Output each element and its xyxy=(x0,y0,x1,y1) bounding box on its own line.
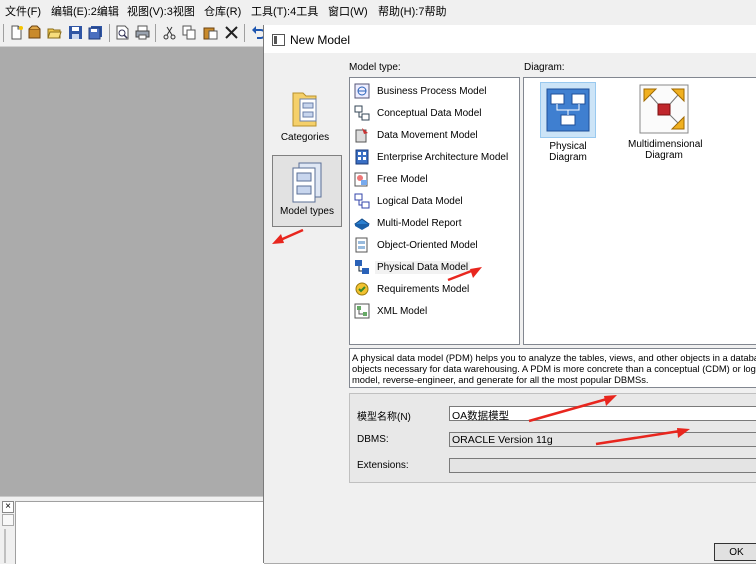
new-model-dialog: New Model Categories Model types Model t… xyxy=(263,25,756,563)
pane-grip xyxy=(4,529,6,563)
diagram-list[interactable]: Physical Diagram Multidimensional Diagra… xyxy=(523,77,756,345)
print-preview-icon[interactable] xyxy=(115,25,130,40)
list-item-object-oriented-model[interactable]: Object-Oriented Model xyxy=(354,235,480,255)
workspace-area xyxy=(0,47,263,496)
requirements-model-icon xyxy=(355,282,369,296)
menu-edit[interactable]: 编辑(E):2编辑 xyxy=(51,3,119,19)
list-item-business-process-model[interactable]: Business Process Model xyxy=(354,81,489,101)
extensions-input[interactable] xyxy=(449,458,756,473)
categories-folder-icon xyxy=(292,92,317,127)
print-icon[interactable] xyxy=(135,25,150,40)
toolbar-grip xyxy=(3,24,4,42)
list-item-conceptual-data-model[interactable]: Conceptual Data Model xyxy=(354,103,484,123)
copy-icon[interactable] xyxy=(182,25,197,40)
delete-icon[interactable] xyxy=(224,25,239,40)
list-item-logical-data-model[interactable]: Logical Data Model xyxy=(354,191,465,211)
model-types-label: Model types xyxy=(280,206,334,217)
description-line: A physical data model (PDM) helps you to… xyxy=(352,352,756,363)
model-types-icon xyxy=(292,162,322,203)
list-item-data-movement-model[interactable]: Data Movement Model xyxy=(354,125,480,145)
toolbar-separator xyxy=(155,24,156,42)
menu-window[interactable]: 窗口(W) xyxy=(328,3,368,19)
physical-diagram-label: Physical Diagram xyxy=(549,141,587,163)
save-all-icon[interactable] xyxy=(88,25,103,40)
annotation-arrow xyxy=(272,228,304,244)
list-item-multi-model-report[interactable]: Multi-Model Report xyxy=(354,213,463,233)
list-item-free-model[interactable]: Free Model xyxy=(354,169,430,189)
model-name-label: 模型名称(N) xyxy=(357,412,411,423)
annotation-arrow xyxy=(595,428,690,446)
dbms-label: DBMS: xyxy=(357,434,389,445)
business-process-model-icon xyxy=(354,83,370,99)
diagram-item-multidimensional[interactable]: Multidimensional Diagram xyxy=(628,82,703,161)
menu-view[interactable]: 视图(V):3视图 xyxy=(127,3,195,19)
model-types-button[interactable]: Model types xyxy=(272,155,342,227)
multidimensional-diagram-tile xyxy=(637,82,691,136)
menu-tools[interactable]: 工具(T):4工具 xyxy=(251,3,318,19)
multidimensional-diagram-label: Multidimensional Diagram xyxy=(628,139,703,161)
list-item-enterprise-architecture-model[interactable]: Enterprise Architecture Model xyxy=(354,147,510,167)
dialog-titlebar[interactable]: New Model xyxy=(264,25,756,53)
multidimensional-diagram-icon xyxy=(639,84,689,134)
diagram-label: Diagram: xyxy=(524,62,565,73)
xml-model-icon xyxy=(354,303,370,319)
multi-model-report-icon xyxy=(354,218,370,230)
list-item-xml-model[interactable]: XML Model xyxy=(354,301,429,321)
toolbar-separator xyxy=(244,24,245,42)
physical-diagram-icon xyxy=(546,88,590,132)
menu-file[interactable]: 文件(F) xyxy=(5,3,41,19)
open-package-icon[interactable] xyxy=(27,25,42,40)
extensions-label: Extensions: xyxy=(357,460,409,471)
menu-help[interactable]: 帮助(H):7帮助 xyxy=(378,3,446,19)
description-line: model, reverse-engineer, and generate fo… xyxy=(352,374,649,385)
dialog-title: New Model xyxy=(290,33,351,47)
menu-repository[interactable]: 仓库(R) xyxy=(204,3,241,19)
cut-icon[interactable] xyxy=(162,25,177,40)
logical-data-model-icon xyxy=(354,193,370,209)
model-type-list[interactable]: Business Process Model Conceptual Data M… xyxy=(349,77,520,345)
close-icon[interactable]: × xyxy=(2,501,14,513)
open-folder-icon[interactable] xyxy=(47,25,62,40)
object-oriented-model-icon xyxy=(355,237,368,253)
menu-bar: 文件(F) 编辑(E):2编辑 视图(V):3视图 仓库(R) 工具(T):4工… xyxy=(0,0,756,20)
conceptual-data-model-icon xyxy=(354,105,370,121)
ok-button[interactable]: OK xyxy=(714,543,756,561)
new-icon[interactable] xyxy=(9,25,24,40)
categories-label: Categories xyxy=(280,132,330,143)
categories-button[interactable]: Categories xyxy=(271,85,339,143)
diagram-item-physical[interactable]: Physical Diagram xyxy=(532,82,604,163)
toolbar-separator xyxy=(109,24,110,42)
save-icon[interactable] xyxy=(68,25,83,40)
annotation-arrow xyxy=(447,267,482,282)
physical-diagram-tile xyxy=(540,82,596,138)
model-description: A physical data model (PDM) helps you to… xyxy=(349,348,756,388)
model-type-label: Model type: xyxy=(349,62,401,73)
enterprise-architecture-model-icon xyxy=(355,149,369,165)
paste-icon[interactable] xyxy=(203,25,218,40)
physical-data-model-icon xyxy=(355,260,369,274)
annotation-arrow xyxy=(528,395,617,423)
data-movement-model-icon xyxy=(355,128,368,143)
pin-icon[interactable] xyxy=(2,514,14,526)
output-text-area[interactable] xyxy=(15,501,264,564)
window-icon xyxy=(272,34,285,46)
free-model-icon xyxy=(354,172,368,187)
description-line: objects necessary for data warehousing. … xyxy=(352,363,756,374)
